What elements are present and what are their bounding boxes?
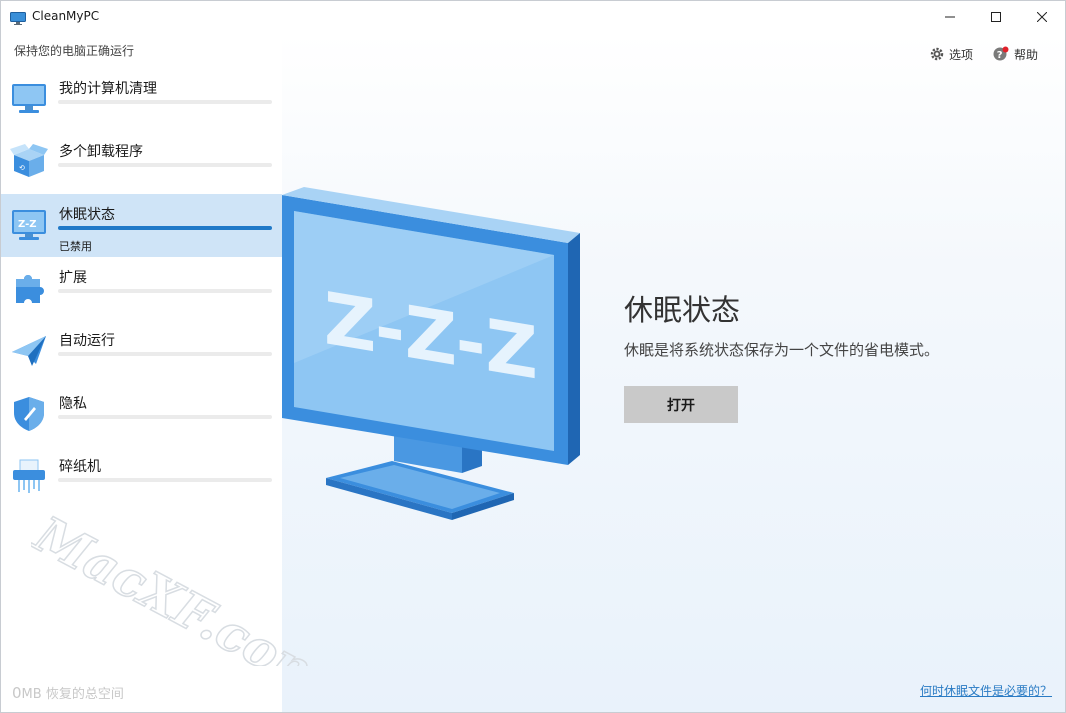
gear-icon bbox=[930, 47, 944, 61]
progress-bar bbox=[58, 478, 272, 482]
maximize-button[interactable] bbox=[973, 1, 1019, 33]
sidebar-item-label: 碎纸机 bbox=[59, 459, 101, 475]
hibernation-monitor-illustration: Z-Z-Z bbox=[282, 187, 580, 520]
help-icon: ? bbox=[993, 46, 1009, 61]
status-text: 已禁用 bbox=[59, 240, 92, 253]
tagline: 保持您的电脑正确运行 bbox=[14, 44, 135, 58]
sidebar: 保持您的电脑正确运行 我的计算机清理 ⟲ 多个卸载程序 Z-Z 休眠状态 已禁用… bbox=[1, 33, 282, 712]
sidebar-item-label: 自动运行 bbox=[59, 333, 115, 349]
sleep-monitor-icon: Z-Z bbox=[10, 204, 48, 244]
page-title: 休眠状态 bbox=[624, 293, 741, 327]
minimize-button[interactable] bbox=[927, 1, 973, 33]
progress-bar bbox=[58, 100, 272, 104]
sidebar-item-label: 扩展 bbox=[59, 270, 87, 286]
sidebar-item-my-computer-cleanup[interactable]: 我的计算机清理 bbox=[1, 68, 282, 131]
title-bar[interactable]: CleanMyPC bbox=[1, 1, 1065, 33]
help-label: 帮助 bbox=[1014, 47, 1039, 62]
shredder-icon bbox=[10, 456, 48, 496]
paper-plane-icon bbox=[10, 330, 48, 370]
sidebar-item-hibernation[interactable]: Z-Z 休眠状态 已禁用 bbox=[1, 194, 282, 257]
svg-text:?: ? bbox=[997, 50, 1003, 61]
sidebar-item-extensions[interactable]: 扩展 bbox=[1, 257, 282, 320]
close-button[interactable] bbox=[1019, 1, 1065, 33]
sidebar-item-uninstaller[interactable]: ⟲ 多个卸载程序 bbox=[1, 131, 282, 194]
space-unit: MB bbox=[21, 687, 42, 702]
svg-text:Z-Z: Z-Z bbox=[18, 219, 36, 230]
space-label: 恢复的总空间 bbox=[45, 687, 124, 702]
svg-text:⟲: ⟲ bbox=[19, 164, 25, 172]
computer-icon bbox=[10, 78, 48, 118]
progress-bar bbox=[58, 352, 272, 356]
box-icon: ⟲ bbox=[10, 141, 48, 181]
app-window: CleanMyPC 保持您的电脑正确运行 我的计算机清理 ⟲ 多个卸载程序 Z-… bbox=[0, 0, 1066, 713]
sidebar-item-label: 多个卸载程序 bbox=[59, 144, 143, 160]
shield-icon bbox=[10, 393, 48, 433]
sidebar-item-shredder[interactable]: 碎纸机 bbox=[1, 446, 282, 509]
sidebar-item-label: 隐私 bbox=[59, 396, 87, 412]
progress-bar bbox=[58, 415, 272, 419]
monitor-icon bbox=[10, 10, 26, 25]
sidebar-item-label: 我的计算机清理 bbox=[59, 81, 157, 97]
options-button[interactable]: 选项 bbox=[930, 45, 973, 63]
help-button[interactable]: ? 帮助 bbox=[993, 45, 1038, 63]
sidebar-item-autorun[interactable]: 自动运行 bbox=[1, 320, 282, 383]
progress-bar bbox=[58, 226, 272, 230]
hibernation-help-link[interactable]: 何时休眠文件是必要的？ bbox=[920, 682, 1052, 699]
main-panel: 选项 ? 帮助 Z-Z-Z 休眠状态 休眠是将系统状态保存为一个文件的省电模式。… bbox=[282, 33, 1065, 712]
sidebar-item-label: 休眠状态 bbox=[59, 207, 115, 223]
options-label: 选项 bbox=[949, 47, 974, 62]
puzzle-icon bbox=[10, 267, 48, 307]
sidebar-item-privacy[interactable]: 隐私 bbox=[1, 383, 282, 446]
progress-bar bbox=[58, 289, 272, 293]
progress-bar bbox=[58, 163, 272, 167]
app-title: CleanMyPC bbox=[32, 9, 100, 23]
space-recovered: 0MB 恢复的总空间 bbox=[12, 683, 124, 702]
space-amount: 0 bbox=[12, 684, 22, 702]
turn-on-button[interactable]: 打开 bbox=[624, 386, 738, 423]
feature-description: 休眠是将系统状态保存为一个文件的省电模式。 bbox=[624, 341, 940, 359]
